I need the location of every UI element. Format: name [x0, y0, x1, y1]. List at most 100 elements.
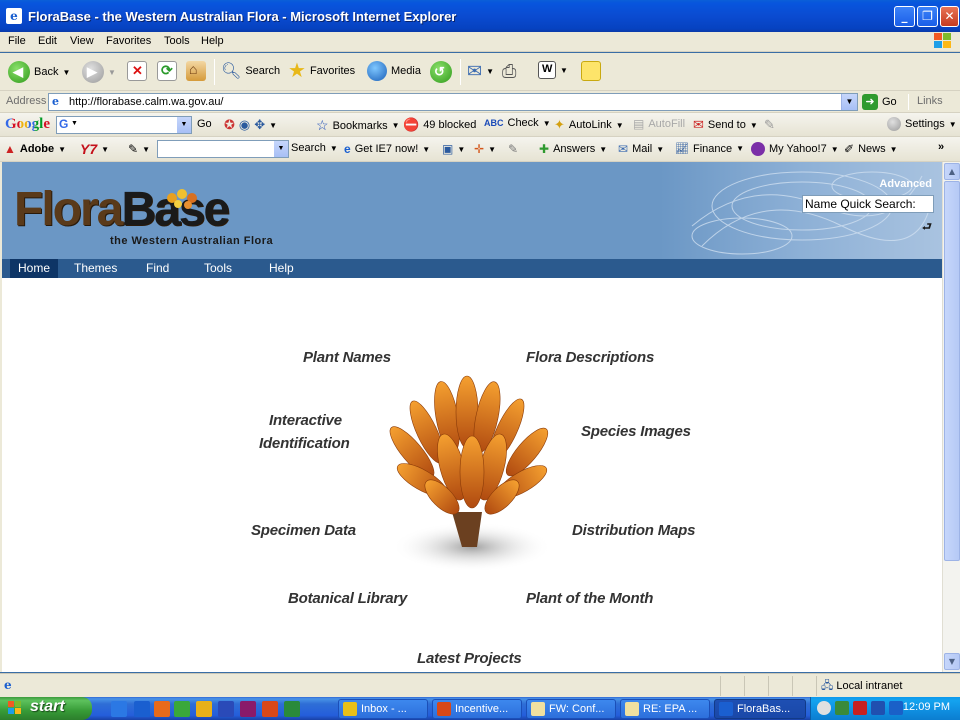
specimen-data-link[interactable]: Specimen Data [251, 522, 356, 539]
tray-network-icon[interactable] [835, 701, 849, 715]
back-button[interactable]: ◀ Back ▼ [8, 61, 70, 83]
plant-names-link[interactable]: Plant Names [303, 349, 391, 366]
bookmarks-button[interactable]: ☆ Bookmarks ▼ [316, 117, 400, 134]
scroll-down-button[interactable]: ▼ [944, 653, 960, 670]
distribution-maps-link[interactable]: Distribution Maps [572, 522, 695, 539]
print-button[interactable]: ⎙ [502, 61, 516, 82]
get-ie7-button[interactable]: e Get IE7 now! ▼ [344, 142, 430, 156]
nav-find[interactable]: Find [138, 259, 177, 278]
quicklaunch-folder-icon[interactable] [196, 701, 212, 717]
google-go-button[interactable]: Go [197, 118, 212, 130]
news-button[interactable]: ✐ News ▼ [844, 142, 898, 156]
address-url[interactable]: http://florabase.calm.wa.gov.au/ [69, 96, 224, 108]
clock[interactable]: 12:09 PM [903, 701, 950, 713]
y7-button[interactable]: Y7 ▼ [80, 141, 109, 157]
restore-button[interactable]: ❐ [917, 6, 938, 27]
task-fw-conf[interactable]: FW: Conf... [526, 699, 616, 719]
stop-button[interactable]: ✕ [127, 61, 147, 81]
menu-tools[interactable]: Tools [164, 35, 190, 47]
home-button[interactable]: ⌂ [186, 61, 206, 81]
edit-button[interactable]: W ▼ [538, 61, 568, 79]
quick-search-go-icon[interactable]: ⮐ [922, 218, 934, 233]
search-button[interactable]: 🔍︎ Search [221, 61, 280, 81]
vertical-scrollbar[interactable]: ▲ ▼ [942, 162, 960, 672]
close-button[interactable]: ✕ [940, 6, 959, 27]
address-field[interactable]: e http://florabase.calm.wa.gov.au/ ▼ [48, 93, 858, 111]
answers-button[interactable]: ✚ Answers ▼ [539, 142, 607, 156]
quicklaunch-access-icon[interactable] [240, 701, 256, 717]
menu-view[interactable]: View [70, 35, 94, 47]
favorites-button[interactable]: ★ Favorites [288, 61, 355, 81]
plugin-icon[interactable]: ✥ [254, 117, 265, 133]
globe-icon[interactable]: ◉ [239, 117, 250, 133]
links-label[interactable]: Links [917, 95, 943, 107]
quicklaunch-outlook-icon[interactable] [174, 701, 190, 717]
advanced-search-link[interactable]: Advanced [879, 178, 932, 190]
history-button[interactable]: ↺ [430, 61, 452, 83]
finance-button[interactable]: 📈︎ Finance ▼ [675, 142, 744, 156]
quicklaunch-desktop-icon[interactable] [111, 701, 127, 717]
florabase-logo[interactable]: FloraBase the Western Australian Flora [14, 183, 294, 250]
nav-home[interactable]: Home [10, 259, 59, 278]
menu-file[interactable]: File [8, 35, 26, 47]
latest-projects-link[interactable]: Latest Projects [417, 650, 522, 667]
nav-themes[interactable]: Themes [66, 259, 125, 278]
go-button[interactable]: ➜ Go [862, 94, 897, 110]
forward-button[interactable]: ▶ ▼ [82, 61, 116, 83]
interactive-identification-link-line2[interactable]: Identification [259, 435, 350, 452]
yahoo-search-button[interactable]: Search ▼ [291, 142, 338, 154]
scroll-up-button[interactable]: ▲ [944, 163, 960, 180]
yahoo-search-input[interactable]: ▼ [157, 140, 289, 158]
google-dropdown-button[interactable]: ▼ [177, 117, 191, 133]
settings-button[interactable]: Settings ▼ [887, 117, 957, 131]
highlighter-icon[interactable]: ✎ [764, 117, 775, 133]
quicklaunch-excel-icon[interactable] [284, 701, 300, 717]
window-menu-button[interactable]: ▣ ▼ [442, 142, 465, 156]
task-re-epa[interactable]: RE: EPA ... [620, 699, 710, 719]
highlight-icon[interactable]: ✎ [508, 142, 518, 156]
tray-hide-icon[interactable] [817, 701, 831, 715]
yahoo-mail-button[interactable]: ✉ Mail ▼ [618, 142, 664, 156]
address-dropdown-button[interactable]: ▼ [841, 94, 857, 110]
menu-edit[interactable]: Edit [38, 35, 57, 47]
autolink-button[interactable]: ✦ AutoLink ▼ [554, 117, 624, 133]
quicklaunch-powerpoint-icon[interactable] [262, 701, 278, 717]
tray-security-icon[interactable] [871, 701, 885, 715]
task-florabase[interactable]: FloraBas... [714, 699, 806, 719]
autofill-button[interactable]: ▤ AutoFill [633, 117, 685, 131]
popup-blocker-button[interactable]: ⛔ 49 blocked [403, 117, 476, 133]
my-yahoo-button[interactable]: My Yahoo!7 ▼ [751, 142, 839, 156]
species-images-link[interactable]: Species Images [581, 423, 691, 440]
quicklaunch-word-icon[interactable] [218, 701, 234, 717]
menu-help[interactable]: Help [201, 35, 224, 47]
spellcheck-button[interactable]: ABC Check ▼ [484, 117, 551, 129]
adobe-button[interactable]: ▲ Adobe ▼ [4, 142, 66, 156]
tray-shield-icon[interactable] [889, 701, 903, 715]
name-quick-search-input[interactable]: Name Quick Search: [802, 195, 934, 213]
botanical-library-link[interactable]: Botanical Library [288, 590, 407, 607]
send-to-button[interactable]: ✉ Send to ▼ [693, 117, 758, 133]
nav-help[interactable]: Help [261, 259, 302, 278]
start-button[interactable]: start [0, 697, 92, 720]
news-icon[interactable]: ✪ [224, 117, 235, 133]
menu-favorites[interactable]: Favorites [106, 35, 151, 47]
anti-spy-button[interactable]: ✛ ▼ [474, 142, 496, 156]
toolbar-overflow-icon[interactable]: » [938, 141, 944, 153]
interactive-identification-link-line1[interactable]: Interactive [269, 412, 342, 429]
google-search-input[interactable]: G ▼ ▼ [56, 116, 192, 134]
flora-descriptions-link[interactable]: Flora Descriptions [526, 349, 654, 366]
nav-tools[interactable]: Tools [196, 259, 240, 278]
tray-antivirus-icon[interactable] [853, 701, 867, 715]
refresh-button[interactable]: ⟳ [157, 61, 177, 81]
yahoo-dropdown-button[interactable]: ▼ [274, 141, 288, 157]
task-inbox[interactable]: Inbox - ... [338, 699, 428, 719]
scroll-thumb[interactable] [944, 181, 960, 561]
task-incentive[interactable]: Incentive... [432, 699, 522, 719]
media-button[interactable]: Media [367, 61, 421, 81]
minimize-button[interactable]: _ [894, 6, 915, 27]
quicklaunch-ie-icon[interactable] [134, 701, 150, 717]
discuss-button[interactable] [581, 61, 601, 81]
quicklaunch-media-icon[interactable] [154, 701, 170, 717]
pencil-button[interactable]: ✎ ▼ [128, 142, 150, 156]
mail-button[interactable]: ✉ ▼ [467, 61, 494, 82]
